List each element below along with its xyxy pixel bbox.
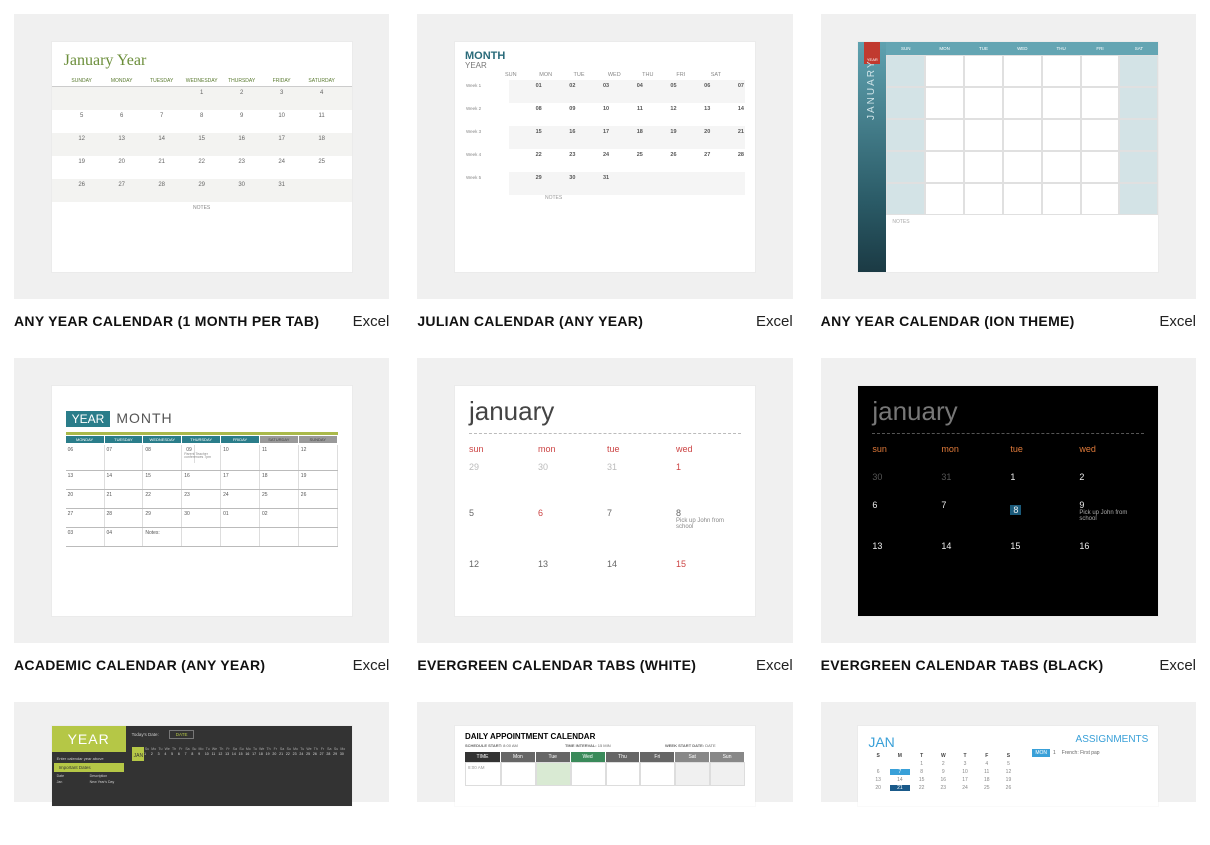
preview-anyyear: January Year SUNDAYMONDAYTUESDAYWEDNESDA… xyxy=(52,42,352,272)
template-title: ANY YEAR CALENDAR (ION THEME) xyxy=(821,313,1075,329)
template-app: Excel xyxy=(1159,313,1196,330)
preview-appointment: DAILY APPOINTMENT CALENDAR SCHEDULE STAR… xyxy=(455,726,755,806)
template-card-appointment[interactable]: DAILY APPOINTMENT CALENDAR SCHEDULE STAR… xyxy=(417,702,792,802)
preview-evergreen-black: january sunmontuewed 303112 6789Pick up … xyxy=(858,386,1158,616)
template-title: EVERGREEN CALENDAR TABS (BLACK) xyxy=(821,657,1104,673)
template-title: ACADEMIC CALENDAR (ANY YEAR) xyxy=(14,657,265,673)
template-thumbnail[interactable]: YEAR Enter calendar year above Important… xyxy=(14,702,389,802)
preview-month-title: January Year xyxy=(52,42,352,76)
date-button: DATE xyxy=(169,730,195,739)
preview-assignments: JAN SMTWTFS12345678910111213141516171819… xyxy=(858,726,1158,806)
preview-ion: YEAR JANUARY SUNMONTUEWEDTHUFRISAT NOTES xyxy=(858,42,1158,272)
template-app: Excel xyxy=(353,313,390,330)
template-card-academic[interactable]: YEARMONTH MONDAYTUESDAYWEDNESDAYTHURSDAY… xyxy=(14,358,389,674)
template-title: EVERGREEN CALENDAR TABS (WHITE) xyxy=(417,657,696,673)
template-thumbnail[interactable]: JAN SMTWTFS12345678910111213141516171819… xyxy=(821,702,1196,802)
preview-notes-label: NOTES xyxy=(52,202,352,211)
template-thumbnail[interactable]: January Year SUNDAYMONDAYTUESDAYWEDNESDA… xyxy=(14,14,389,299)
template-app: Excel xyxy=(756,313,793,330)
template-card-assignments[interactable]: JAN SMTWTFS12345678910111213141516171819… xyxy=(821,702,1196,802)
template-card-anyyear[interactable]: January Year SUNDAYMONDAYTUESDAYWEDNESDA… xyxy=(14,14,389,330)
template-app: Excel xyxy=(756,657,793,674)
month-vertical: JANUARY xyxy=(866,59,877,120)
preview-academic: YEARMONTH MONDAYTUESDAYWEDNESDAYTHURSDAY… xyxy=(52,386,352,616)
template-card-julian[interactable]: MONTHYEAR SUNMONTUEWEDTHUFRISAT Week 101… xyxy=(417,14,792,330)
preview-evergreen-white: january sunmontuewed 2930311 5678Pick up… xyxy=(455,386,755,616)
template-app: Excel xyxy=(1159,657,1196,674)
template-card-ion[interactable]: YEAR JANUARY SUNMONTUEWEDTHUFRISAT NOTES xyxy=(821,14,1196,330)
template-app: Excel xyxy=(353,657,390,674)
template-thumbnail[interactable]: YEAR JANUARY SUNMONTUEWEDTHUFRISAT NOTES xyxy=(821,14,1196,299)
template-title: ANY YEAR CALENDAR (1 MONTH PER TAB) xyxy=(14,313,319,329)
preview-year-dark: YEAR Enter calendar year above Important… xyxy=(52,726,352,806)
template-thumbnail[interactable]: MONTHYEAR SUNMONTUEWEDTHUFRISAT Week 101… xyxy=(417,14,792,299)
template-card-year-dark[interactable]: YEAR Enter calendar year above Important… xyxy=(14,702,389,802)
template-card-evergreen-black[interactable]: january sunmontuewed 303112 6789Pick up … xyxy=(821,358,1196,674)
template-title: JULIAN CALENDAR (ANY YEAR) xyxy=(417,313,643,329)
template-thumbnail[interactable]: january sunmontuewed 2930311 5678Pick up… xyxy=(417,358,792,643)
template-card-evergreen-white[interactable]: january sunmontuewed 2930311 5678Pick up… xyxy=(417,358,792,674)
preview-dow-row: SUNDAYMONDAYTUESDAYWEDNESDAYTHURSDAYFRID… xyxy=(52,76,352,87)
template-thumbnail[interactable]: DAILY APPOINTMENT CALENDAR SCHEDULE STAR… xyxy=(417,702,792,802)
preview-julian: MONTHYEAR SUNMONTUEWEDTHUFRISAT Week 101… xyxy=(455,42,755,272)
template-thumbnail[interactable]: YEARMONTH MONDAYTUESDAYWEDNESDAYTHURSDAY… xyxy=(14,358,389,643)
template-grid: January Year SUNDAYMONDAYTUESDAYWEDNESDA… xyxy=(14,14,1196,802)
template-thumbnail[interactable]: january sunmontuewed 303112 6789Pick up … xyxy=(821,358,1196,643)
